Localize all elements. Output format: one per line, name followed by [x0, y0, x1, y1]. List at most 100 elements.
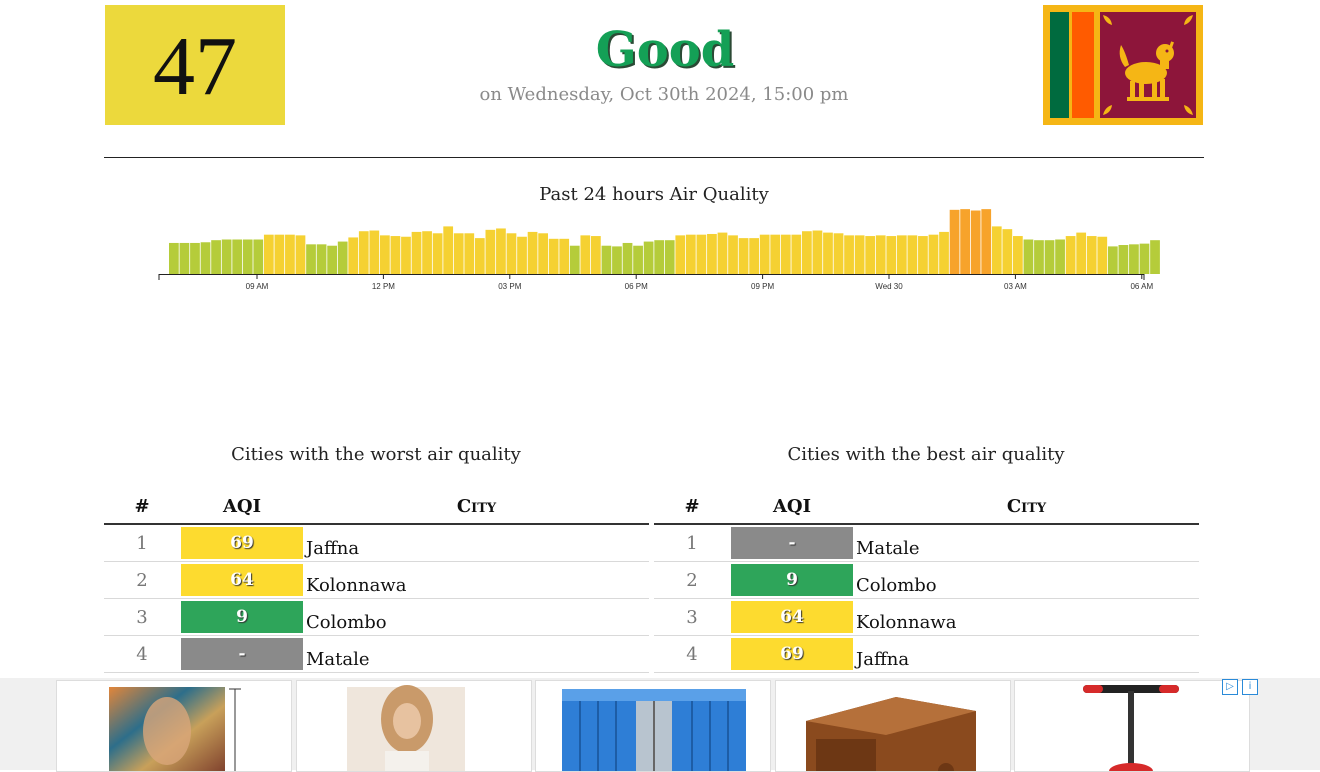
chart-bar[interactable]	[707, 233, 717, 274]
chart-bar[interactable]	[169, 242, 179, 274]
city-cell[interactable]: Matale	[854, 524, 1199, 562]
chart-bar[interactable]	[696, 234, 707, 274]
chart-bar[interactable]	[1055, 239, 1065, 275]
chart-bar[interactable]	[780, 234, 791, 274]
chart-bar[interactable]	[422, 231, 432, 274]
chart-bar[interactable]	[1013, 236, 1023, 274]
chart-bar[interactable]	[1002, 229, 1013, 274]
chart-bar[interactable]	[1076, 232, 1087, 274]
chart-bar[interactable]	[960, 209, 970, 274]
city-cell[interactable]: Jaffna	[854, 635, 1199, 673]
chart-bar[interactable]	[527, 231, 538, 274]
ad-tile-fashion[interactable]	[296, 680, 532, 772]
chart-bar[interactable]	[411, 231, 422, 274]
chart-bar[interactable]	[685, 234, 696, 274]
chart-bar[interactable]	[1044, 240, 1055, 274]
chart-bar[interactable]	[1065, 236, 1076, 274]
chart-bar[interactable]	[981, 209, 992, 274]
chart-bar[interactable]	[316, 244, 327, 274]
chart-bar[interactable]	[432, 233, 443, 274]
chart-bar[interactable]	[791, 234, 802, 274]
chart-bar[interactable]	[717, 232, 728, 274]
chart-bar[interactable]	[327, 245, 337, 274]
chart-bar[interactable]	[401, 236, 411, 274]
chart-bar[interactable]	[770, 234, 781, 274]
city-cell[interactable]: Colombo	[854, 561, 1199, 599]
chart-bar[interactable]	[844, 235, 854, 274]
chart-bar[interactable]	[949, 209, 960, 274]
chart-bar[interactable]	[263, 234, 274, 274]
chart-bar[interactable]	[1107, 246, 1118, 274]
ad-tile-container-cabinet[interactable]	[535, 680, 771, 772]
chart-bar[interactable]	[538, 233, 548, 274]
chart-bar[interactable]	[496, 228, 506, 274]
city-cell[interactable]: Colombo	[304, 598, 649, 636]
chart-bar[interactable]	[464, 233, 475, 274]
chart-bar[interactable]	[337, 241, 348, 274]
chart-bar[interactable]	[559, 238, 570, 274]
chart-bar[interactable]	[232, 239, 243, 275]
chart-bar[interactable]	[643, 241, 654, 274]
chart-bar[interactable]	[295, 235, 306, 274]
chart-bar[interactable]	[1118, 245, 1129, 274]
chart-bar[interactable]	[970, 210, 981, 274]
chart-bar[interactable]	[633, 245, 643, 274]
chart-bar[interactable]	[759, 234, 770, 274]
city-cell[interactable]: Matale	[304, 635, 649, 673]
chart-bar[interactable]	[506, 233, 517, 274]
chart-bar[interactable]	[1086, 236, 1097, 274]
ad-tile-tool[interactable]	[1014, 680, 1250, 772]
chart-bar[interactable]	[907, 235, 918, 274]
chart-bar[interactable]	[1129, 244, 1139, 274]
ad-tile-wooden-furniture[interactable]	[775, 680, 1011, 772]
chart-bar[interactable]	[991, 226, 1002, 274]
chart-bar[interactable]	[380, 235, 390, 274]
chart-bar[interactable]	[1034, 240, 1044, 274]
chart-bar[interactable]	[612, 246, 622, 274]
chart-bar[interactable]	[485, 229, 496, 274]
chart-bar[interactable]	[443, 226, 454, 274]
chart-bar[interactable]	[358, 231, 369, 274]
chart-bar[interactable]	[569, 245, 580, 274]
chart-bar[interactable]	[918, 236, 928, 274]
ad-tile-painting[interactable]	[56, 680, 292, 772]
chart-bar[interactable]	[369, 230, 380, 274]
chart-bar[interactable]	[896, 235, 907, 274]
chart-bar[interactable]	[654, 240, 665, 274]
chart-bar[interactable]	[580, 235, 591, 274]
chart-bar[interactable]	[274, 234, 285, 274]
chart-bar[interactable]	[474, 238, 485, 274]
chart-bar[interactable]	[664, 240, 675, 274]
info-icon[interactable]: i	[1242, 679, 1258, 695]
chart-bar[interactable]	[221, 239, 232, 275]
chart-bar[interactable]	[390, 236, 401, 274]
chart-bar[interactable]	[1023, 239, 1034, 275]
chart-bar[interactable]	[601, 245, 612, 274]
chart-bar[interactable]	[833, 233, 844, 274]
chart-bar[interactable]	[548, 238, 559, 274]
chart-bar[interactable]	[865, 236, 876, 274]
chart-bar[interactable]	[728, 235, 738, 274]
chart-bar[interactable]	[453, 233, 464, 274]
chart-bar[interactable]	[675, 235, 686, 274]
chart-bar[interactable]	[190, 242, 200, 274]
chart-bar[interactable]	[517, 236, 527, 274]
chart-bar[interactable]	[875, 235, 886, 274]
chart-bar[interactable]	[749, 238, 759, 274]
chart-bar[interactable]	[1150, 240, 1160, 274]
chart-bar[interactable]	[211, 240, 221, 274]
city-cell[interactable]: Kolonnawa	[304, 561, 649, 599]
chart-bar[interactable]	[886, 236, 897, 274]
chart-bar[interactable]	[242, 239, 253, 275]
chart-bar[interactable]	[285, 234, 295, 274]
chart-bar[interactable]	[823, 232, 833, 274]
chart-bar[interactable]	[738, 238, 749, 274]
chart-bar[interactable]	[854, 235, 865, 274]
chart-bar[interactable]	[179, 242, 190, 274]
chart-bar[interactable]	[306, 244, 316, 274]
chart-bar[interactable]	[591, 236, 601, 274]
chart-bar[interactable]	[812, 230, 823, 274]
chart-bar[interactable]	[928, 234, 939, 274]
adchoices-icon[interactable]: ▷	[1222, 679, 1238, 695]
chart-bar[interactable]	[1139, 243, 1150, 274]
